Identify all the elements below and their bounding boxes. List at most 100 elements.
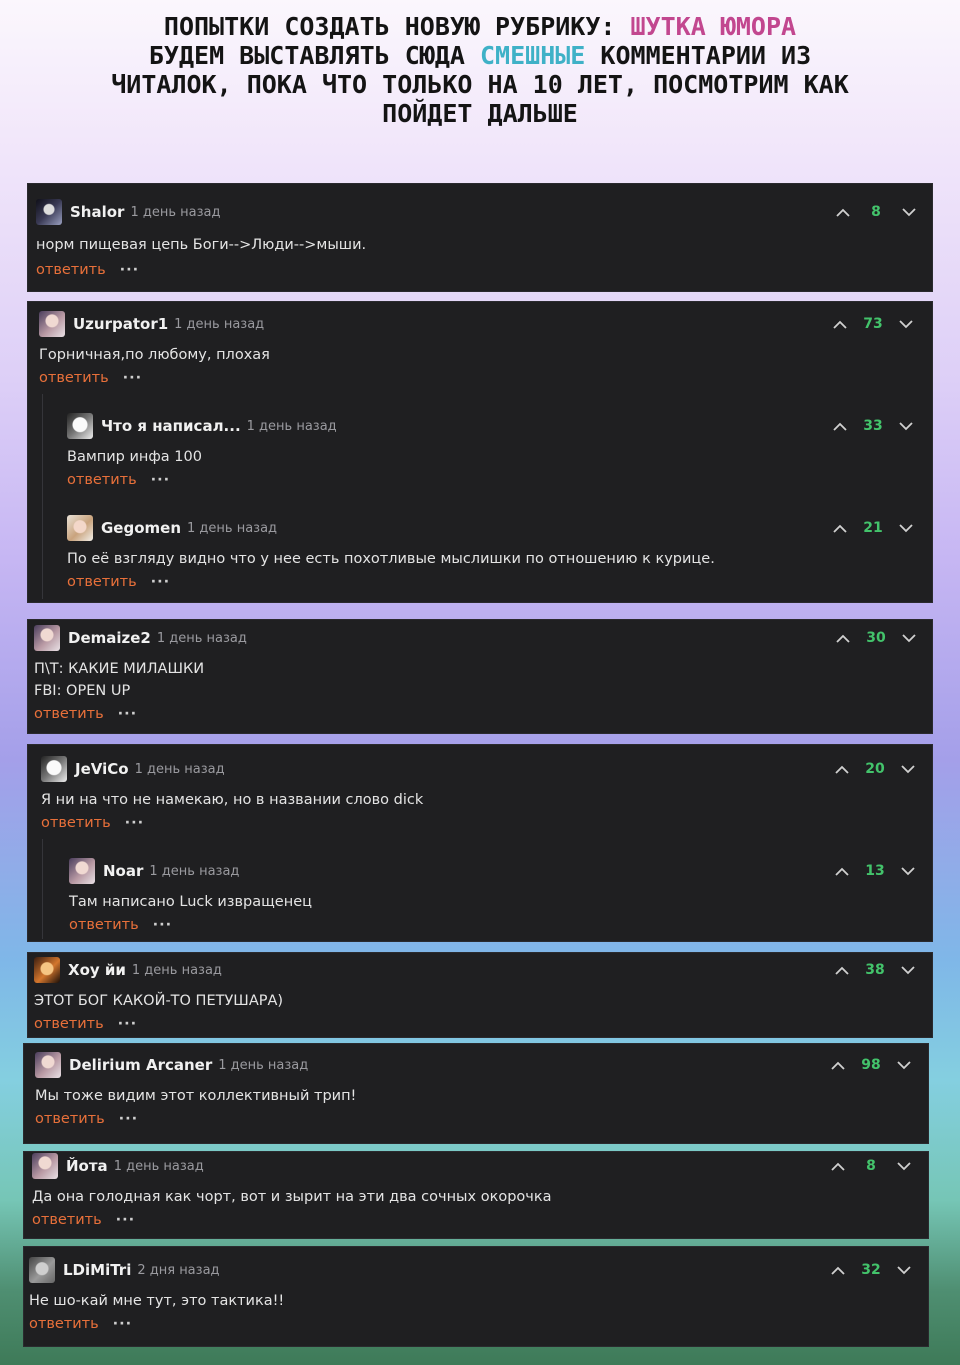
- header-text: ПОПЫТКИ СОЗДАТЬ НОВУЮ РУБРИКУ:: [163, 12, 631, 41]
- comment-text: Мы тоже видим этот коллективный трип!: [35, 1088, 357, 1104]
- chevron-down-icon[interactable]: [894, 199, 924, 225]
- more-options-icon[interactable]: ···: [151, 472, 171, 488]
- reply-link[interactable]: ответить: [41, 815, 111, 831]
- header-line-3: ЧИТАЛОК, ПОКА ЧТО ТОЛЬКО НА 10 ЛЕТ, ПОСМ…: [111, 70, 849, 99]
- header-line-1: ПОПЫТКИ СОЗДАТЬ НОВУЮ РУБРИКУ: ШУТКА ЮМО…: [0, 12, 960, 41]
- reply-link[interactable]: ответить: [36, 262, 106, 278]
- reply-link[interactable]: ответить: [32, 1212, 102, 1228]
- comment-time: 1 день назад: [246, 418, 337, 434]
- more-options-icon[interactable]: ···: [120, 262, 140, 278]
- chevron-down-icon[interactable]: [891, 515, 921, 541]
- reply-thread-line: [42, 394, 43, 599]
- avatar[interactable]: [29, 1257, 55, 1283]
- chevron-up-icon[interactable]: [827, 858, 857, 884]
- reply-link[interactable]: ответить: [34, 1016, 104, 1032]
- chevron-up-icon[interactable]: [825, 413, 855, 439]
- more-options-icon[interactable]: ···: [118, 1016, 138, 1032]
- more-options-icon[interactable]: ···: [151, 574, 171, 590]
- avatar[interactable]: [35, 1052, 61, 1078]
- chevron-up-icon[interactable]: [825, 311, 855, 337]
- comment-text: норм пищевая цепь Боги-->Люди-->мыши.: [36, 237, 367, 253]
- chevron-down-icon[interactable]: [889, 1257, 919, 1283]
- avatar[interactable]: [69, 858, 95, 884]
- chevron-down-icon[interactable]: [889, 1153, 919, 1179]
- chevron-up-icon[interactable]: [823, 1052, 853, 1078]
- avatar[interactable]: [32, 1153, 58, 1179]
- avatar[interactable]: [41, 756, 67, 782]
- comment-author[interactable]: Delirium Arcaner: [69, 1056, 212, 1074]
- comment-text: Вампир инфа 100: [67, 449, 202, 465]
- comment-text-line: FBI: OPEN UP: [34, 683, 131, 699]
- comment-score: 33: [863, 418, 883, 434]
- comment-text: Не шо-кай мне тут, это тактика!!: [29, 1293, 285, 1309]
- comment-text: ЭТОТ БОГ КАКОЙ-ТО ПЕТУШАРА): [34, 993, 284, 1009]
- chevron-up-icon[interactable]: [828, 625, 858, 651]
- chevron-down-icon[interactable]: [891, 311, 921, 337]
- comment-score: 73: [863, 316, 883, 332]
- chevron-up-icon[interactable]: [823, 1153, 853, 1179]
- more-options-icon[interactable]: ···: [118, 706, 138, 722]
- comment-score: 21: [863, 520, 883, 536]
- chevron-down-icon[interactable]: [893, 957, 923, 983]
- comment-text-line: П\Т: КАКИЕ МИЛАШКИ: [34, 661, 205, 677]
- more-options-icon[interactable]: ···: [153, 917, 173, 933]
- comment-time: 1 день назад: [187, 520, 278, 536]
- comment-text: Да она голодная как чорт, вот и зырит на…: [32, 1189, 552, 1205]
- comment-text: Там написано Luck извращенец: [69, 894, 312, 910]
- more-options-icon[interactable]: ···: [116, 1212, 136, 1228]
- comment-text: Горничная,по любому, плохая: [39, 347, 270, 363]
- comment-author[interactable]: Shalor: [70, 203, 124, 221]
- comment-score: 30: [866, 630, 886, 646]
- reply-link[interactable]: ответить: [69, 917, 139, 933]
- chevron-down-icon[interactable]: [893, 756, 923, 782]
- more-options-icon[interactable]: ···: [123, 370, 143, 386]
- reply-link[interactable]: ответить: [67, 574, 137, 590]
- header-text: БУДЕМ ВЫСТАВЛЯТЬ СЮДА: [148, 41, 480, 70]
- comment-panel: Хоу йи 1 день назад 38 ЭТОТ БОГ КАКОЙ-ТО …: [28, 953, 932, 1037]
- comment-time: 1 день назад: [218, 1057, 309, 1073]
- comment-author[interactable]: Что я написал...: [101, 417, 241, 435]
- comment-score: 20: [865, 761, 885, 777]
- reply-link[interactable]: ответить: [67, 472, 137, 488]
- avatar[interactable]: [34, 957, 60, 983]
- reply-link[interactable]: ответить: [35, 1111, 105, 1127]
- comment-score: 32: [861, 1262, 881, 1278]
- avatar[interactable]: [67, 413, 93, 439]
- reply-link[interactable]: ответить: [34, 706, 104, 722]
- comment-time: 1 день назад: [131, 962, 222, 978]
- comment-author[interactable]: JeViCo: [75, 760, 129, 778]
- comment-score: 8: [866, 1158, 876, 1174]
- avatar[interactable]: [67, 515, 93, 541]
- comment-panel: JeViCo 1 день назад 20 Я ни на что не нам…: [28, 745, 932, 941]
- reply-link[interactable]: ответить: [29, 1316, 99, 1332]
- comment-panel: Shalor 1 день назад 8 норм пищевая цепь Б…: [28, 184, 932, 291]
- more-options-icon[interactable]: ···: [119, 1111, 139, 1127]
- chevron-up-icon[interactable]: [827, 957, 857, 983]
- comment-author[interactable]: Demaize2: [68, 629, 151, 647]
- comment-author[interactable]: Хоу йи: [68, 961, 126, 979]
- chevron-up-icon[interactable]: [823, 1257, 853, 1283]
- page-header: ПОПЫТКИ СОЗДАТЬ НОВУЮ РУБРИКУ: ШУТКА ЮМО…: [0, 12, 960, 128]
- comment-author[interactable]: Noar: [103, 862, 143, 880]
- chevron-down-icon[interactable]: [891, 413, 921, 439]
- avatar[interactable]: [36, 199, 62, 225]
- chevron-up-icon[interactable]: [827, 756, 857, 782]
- chevron-down-icon[interactable]: [894, 625, 924, 651]
- avatar[interactable]: [39, 311, 65, 337]
- avatar[interactable]: [34, 625, 60, 651]
- more-options-icon[interactable]: ···: [125, 815, 145, 831]
- chevron-up-icon[interactable]: [825, 515, 855, 541]
- comment-author[interactable]: Uzurpator1: [73, 315, 168, 333]
- chevron-down-icon[interactable]: [893, 858, 923, 884]
- chevron-down-icon[interactable]: [889, 1052, 919, 1078]
- chevron-up-icon[interactable]: [828, 199, 858, 225]
- comment-time: 1 день назад: [113, 1158, 204, 1174]
- comment-time: 1 день назад: [174, 316, 265, 332]
- comment-panel: Delirium Arcaner 1 день назад 98 Мы тоже …: [24, 1044, 928, 1143]
- comment-author[interactable]: LDiMiTri: [63, 1261, 131, 1279]
- header-line-4: ПОЙДЕТ ДАЛЬШЕ: [382, 99, 578, 128]
- comment-author[interactable]: Йота: [66, 1157, 108, 1175]
- more-options-icon[interactable]: ···: [113, 1316, 133, 1332]
- reply-link[interactable]: ответить: [39, 370, 109, 386]
- comment-author[interactable]: Gegomen: [101, 519, 181, 537]
